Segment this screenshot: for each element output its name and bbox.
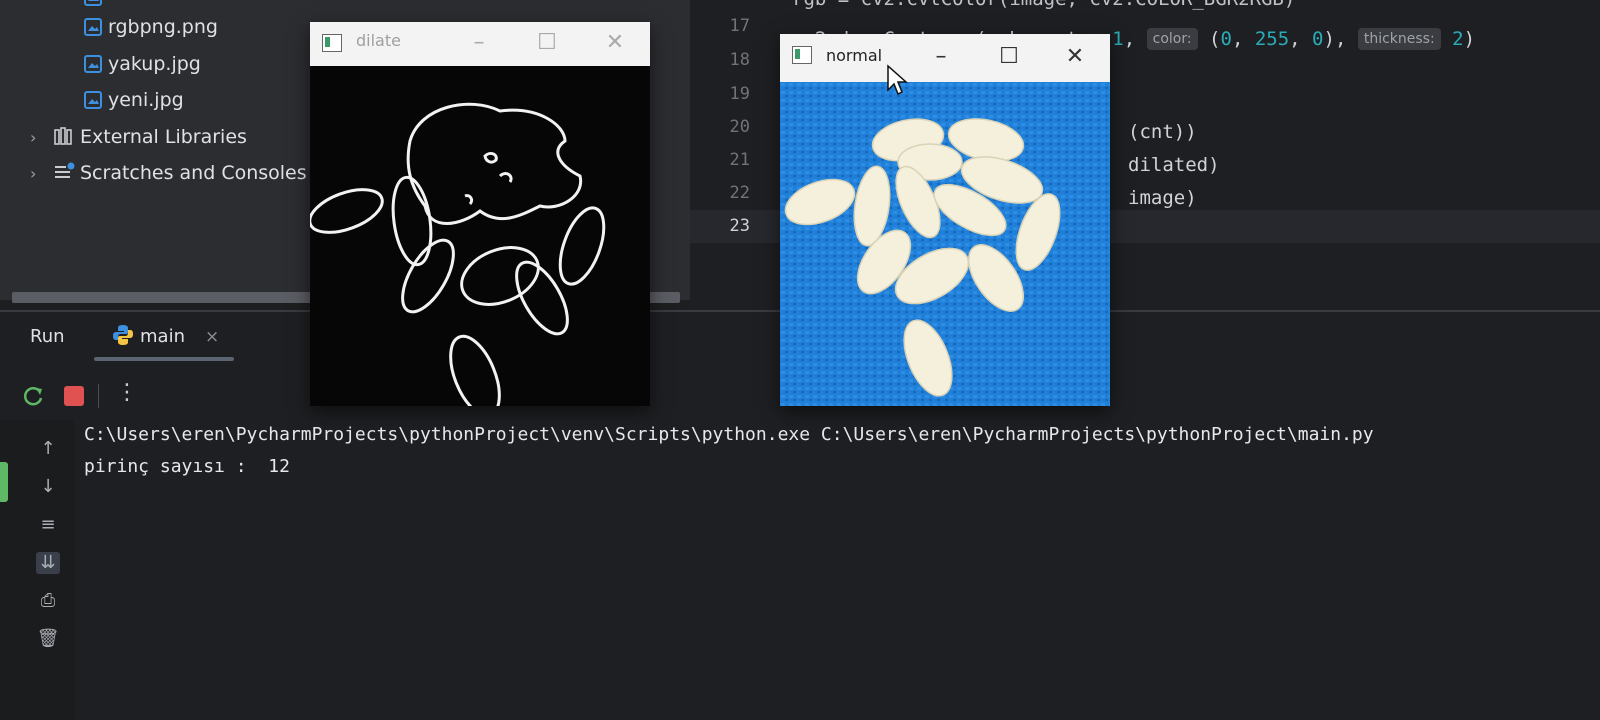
mouse-cursor-icon xyxy=(886,64,908,100)
line-number: 18 xyxy=(729,50,750,70)
code-line-20: (cnt)) xyxy=(1128,121,1197,143)
scroll-to-end-icon[interactable]: ⇊ xyxy=(36,552,60,574)
code-number: 0 xyxy=(1220,28,1232,50)
app-icon xyxy=(322,34,342,52)
maximize-icon[interactable]: ☐ xyxy=(994,42,1024,72)
code-line-22: image) xyxy=(1128,187,1197,209)
tree-external-libraries[interactable]: › External Libraries xyxy=(30,122,247,152)
rerun-icon[interactable] xyxy=(22,384,46,412)
tree-file-partial[interactable] xyxy=(84,0,108,12)
code-token: ), xyxy=(1323,28,1347,50)
window-title: dilate xyxy=(356,31,401,50)
normal-image xyxy=(780,82,1110,406)
tree-file-yakup[interactable]: yakup.jpg xyxy=(84,49,201,79)
line-number: 19 xyxy=(729,84,750,104)
tab-main[interactable]: main × xyxy=(112,324,219,347)
more-options-icon[interactable]: ⋮ xyxy=(116,380,138,405)
library-icon xyxy=(54,125,76,145)
tree-file-yeni[interactable]: yeni.jpg xyxy=(84,85,184,115)
print-icon[interactable]: ⎙ xyxy=(36,590,60,612)
code-line-16: rgb = cv2.cvtColor(image, cv2.COLOR_BGR2… xyxy=(792,0,1295,10)
param-hint-color: color: xyxy=(1146,28,1198,50)
param-hint-thickness: thickness: xyxy=(1357,28,1441,50)
code-token: , xyxy=(1289,28,1313,50)
image-file-icon xyxy=(84,52,102,73)
tree-file-label: yeni.jpg xyxy=(108,89,184,111)
image-file-icon xyxy=(84,0,102,6)
line-number-active: 23 xyxy=(729,216,750,236)
image-file-icon xyxy=(84,15,102,36)
tree-file-label: yakup.jpg xyxy=(108,53,201,75)
tree-scratches[interactable]: › Scratches and Consoles xyxy=(30,158,307,188)
normal-window[interactable]: normal – ☐ ✕ xyxy=(780,34,1110,406)
dilate-image xyxy=(308,66,650,418)
run-label: Run xyxy=(30,326,65,347)
tree-item-label: External Libraries xyxy=(80,126,247,148)
window-title: normal xyxy=(826,46,883,65)
normal-titlebar[interactable]: normal – ☐ ✕ xyxy=(780,34,1110,82)
toolbar-separator xyxy=(98,384,99,408)
scroll-up-icon[interactable]: ↑ xyxy=(36,438,60,460)
code-number: 0 xyxy=(1312,28,1324,50)
stop-icon[interactable] xyxy=(64,386,84,406)
code-line-21: dilated) xyxy=(1128,154,1220,176)
dilate-window[interactable]: dilate – ☐ ✕ xyxy=(308,22,650,418)
tab-main-label: main xyxy=(140,326,185,347)
dilate-titlebar[interactable]: dilate – ☐ ✕ xyxy=(310,22,650,66)
scratches-icon xyxy=(54,161,76,181)
close-icon[interactable]: ✕ xyxy=(1060,42,1090,72)
trash-icon[interactable]: 🗑 xyxy=(36,628,60,650)
rice-photo xyxy=(780,82,1110,406)
code-token: ) xyxy=(1463,28,1476,50)
contour-image xyxy=(308,102,606,418)
chevron-right-icon[interactable]: › xyxy=(30,159,44,189)
tree-file-rgbpng[interactable]: rgbpng.png xyxy=(84,12,218,42)
line-number: 20 xyxy=(729,117,750,137)
tree-item-label: Scratches and Consoles xyxy=(80,162,307,184)
app-icon xyxy=(792,46,812,64)
line-number: 17 xyxy=(729,16,750,36)
close-icon[interactable]: ✕ xyxy=(600,28,630,58)
close-icon[interactable]: × xyxy=(205,327,219,347)
soft-wrap-icon[interactable]: ≡ xyxy=(36,514,60,536)
maximize-icon[interactable]: ☐ xyxy=(532,28,562,58)
console-command-line: C:\Users\eren\PycharmProjects\pythonProj… xyxy=(84,424,1374,445)
console-output-line: pirinç sayısı : 12 xyxy=(84,456,290,477)
tree-file-label: rgbpng.png xyxy=(108,16,218,38)
image-file-icon xyxy=(84,88,102,109)
python-icon xyxy=(112,324,134,346)
run-status-indicator xyxy=(0,462,8,502)
line-number: 21 xyxy=(729,150,750,170)
code-token: , xyxy=(1231,28,1255,50)
code-token: , xyxy=(1123,28,1147,50)
scroll-down-icon[interactable]: ↓ xyxy=(36,476,60,498)
minimize-icon[interactable]: – xyxy=(926,42,956,72)
code-number: 2 xyxy=(1452,28,1464,50)
code-token: ( xyxy=(1197,28,1221,50)
minimize-icon[interactable]: – xyxy=(464,28,494,58)
line-number: 22 xyxy=(729,183,750,203)
code-number: 255 xyxy=(1254,28,1290,50)
chevron-right-icon[interactable]: › xyxy=(30,123,44,153)
active-tab-indicator xyxy=(94,357,234,361)
